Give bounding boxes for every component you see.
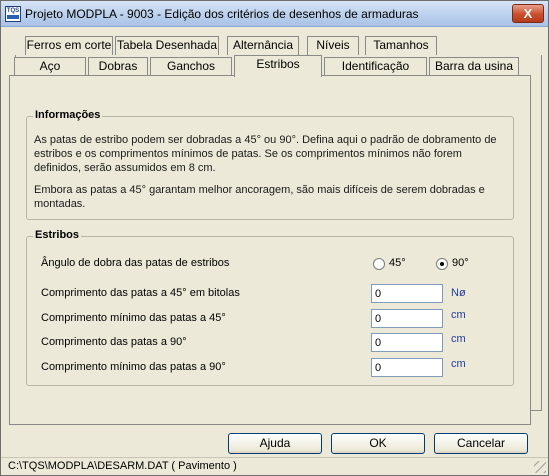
- close-icon[interactable]: X: [512, 4, 544, 23]
- tab-niveis[interactable]: Níveis: [307, 36, 359, 55]
- tab-ganchos[interactable]: Ganchos: [150, 57, 232, 75]
- pata-45-bitolas-field[interactable]: [371, 284, 443, 303]
- min-45-field[interactable]: [371, 309, 443, 328]
- title-bar[interactable]: TQS Projeto MODPLA - 9003 - Edição dos c…: [1, 1, 548, 27]
- pata-90-field[interactable]: [371, 333, 443, 352]
- estribos-group: Estribos Ângulo de dobra das patas de es…: [26, 229, 514, 386]
- row-label-pata-90: Comprimento das patas a 90°: [41, 336, 187, 348]
- dialog-window: TQS Projeto MODPLA - 9003 - Edição dos c…: [0, 0, 549, 476]
- unit-cm-2: cm: [451, 333, 466, 345]
- window-title: Projeto MODPLA - 9003 - Edição dos crité…: [25, 7, 419, 21]
- status-bar: C:\TQS\MODPLA\DESARM.DAT ( Pavimento ): [1, 457, 548, 475]
- row-label-min-45: Comprimento mínimo das patas a 45°: [41, 312, 226, 324]
- info-group-title: Informações: [33, 109, 103, 121]
- tab-ferros-em-corte[interactable]: Ferros em corte: [25, 36, 113, 55]
- info-group: Informações As patas de estribo podem se…: [26, 109, 514, 220]
- row-label-min-90: Comprimento mínimo das patas a 90°: [41, 361, 226, 373]
- info-paragraph-1: As patas de estribo podem ser dobradas a…: [34, 134, 497, 174]
- unit-bitolas: Nø: [451, 287, 466, 299]
- estribos-group-title: Estribos: [33, 229, 82, 241]
- info-paragraph-2: Embora as patas a 45° garantam melhor an…: [34, 184, 485, 210]
- tqs-app-icon: TQS: [5, 6, 21, 22]
- tab-aco[interactable]: Aço: [14, 57, 86, 75]
- help-button[interactable]: Ajuda: [228, 433, 322, 454]
- radio-90[interactable]: [436, 258, 448, 270]
- radio-90-label[interactable]: 90°: [452, 257, 469, 269]
- app-icon-text: TQS: [6, 8, 20, 14]
- ok-button[interactable]: OK: [331, 433, 425, 454]
- tab-alternancia[interactable]: Alternância: [227, 36, 299, 55]
- angle-label: Ângulo de dobra das patas de estribos: [41, 257, 230, 269]
- unit-cm-3: cm: [451, 358, 466, 370]
- tab-tabela-desenhada[interactable]: Tabela Desenhada: [115, 36, 219, 55]
- radio-45[interactable]: [373, 258, 385, 270]
- unit-cm-1: cm: [451, 309, 466, 321]
- tab-panel-estribos: Informações As patas de estribo podem se…: [9, 75, 531, 425]
- row-label-pata-45-bitolas: Comprimento das patas a 45° em bitolas: [41, 287, 240, 299]
- status-path: C:\TQS\MODPLA\DESARM.DAT ( Pavimento ): [8, 460, 237, 472]
- tab-tamanhos[interactable]: Tamanhos: [365, 36, 437, 55]
- resize-grip-icon[interactable]: [534, 461, 546, 473]
- tab-dobras[interactable]: Dobras: [88, 57, 148, 75]
- min-90-field[interactable]: [371, 358, 443, 377]
- radio-45-label[interactable]: 45°: [389, 257, 406, 269]
- tab-identificacao[interactable]: Identificação: [324, 57, 427, 75]
- tab-barra-da-usina[interactable]: Barra da usina: [429, 57, 519, 75]
- tab-estribos[interactable]: Estribos: [234, 55, 322, 77]
- cancel-button[interactable]: Cancelar: [434, 433, 528, 454]
